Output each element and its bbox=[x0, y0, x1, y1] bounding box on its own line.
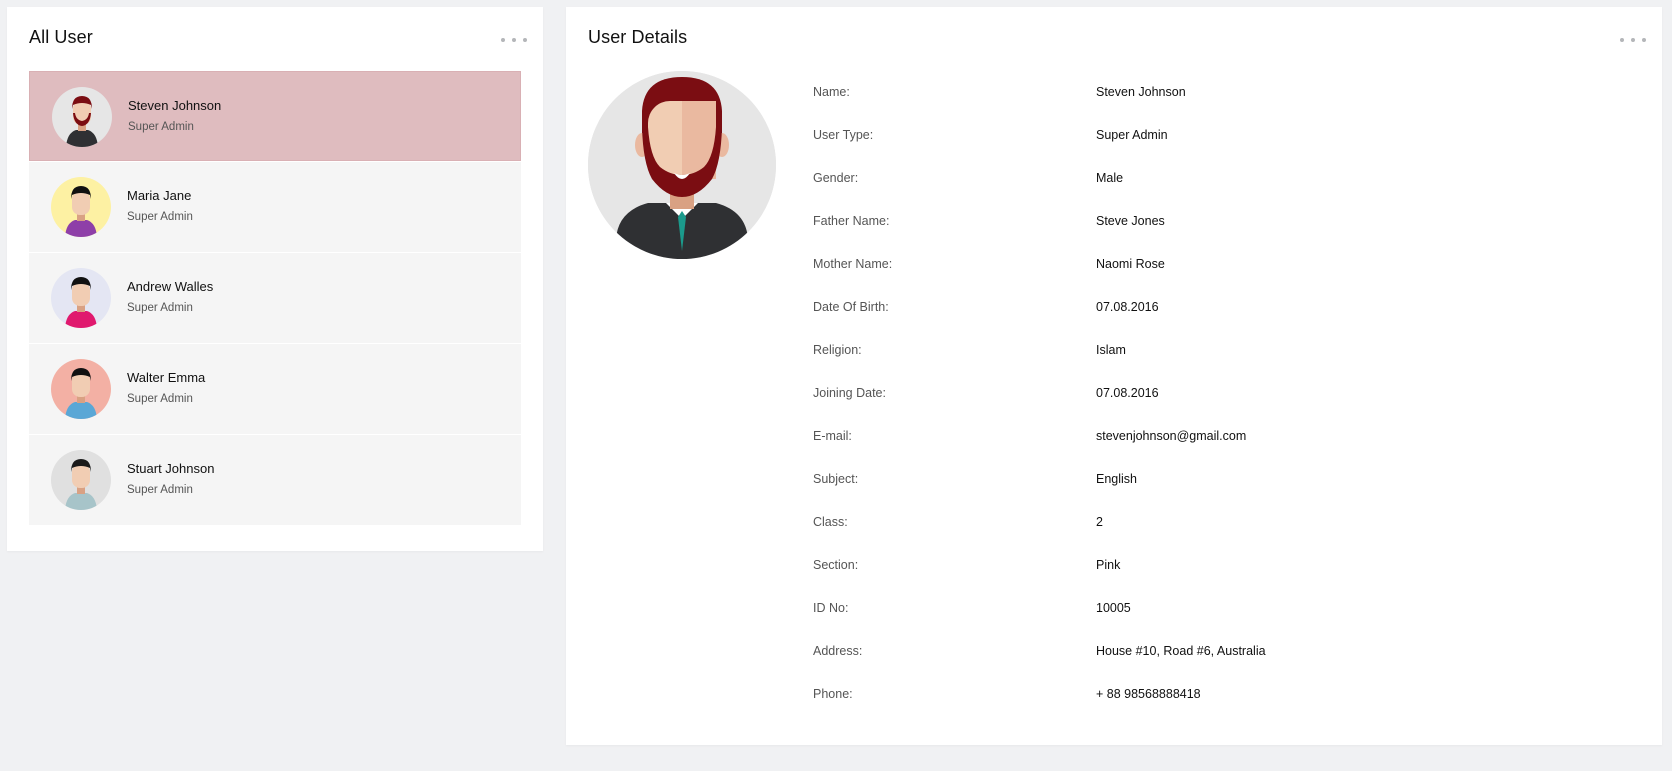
detail-value: 07.08.2016 bbox=[1096, 300, 1159, 314]
detail-value: stevenjohnson@gmail.com bbox=[1096, 429, 1247, 443]
detail-row-subject: Subject: English bbox=[813, 464, 1633, 507]
detail-value: English bbox=[1096, 472, 1137, 486]
user-role: Super Admin bbox=[128, 121, 194, 133]
detail-row-user-type: User Type: Super Admin bbox=[813, 120, 1633, 163]
all-user-panel: All User Steven Johnson Super Admin Mari… bbox=[7, 7, 543, 551]
user-avatar-icon bbox=[51, 177, 111, 237]
more-horizontal-icon[interactable] bbox=[501, 33, 527, 47]
user-avatar-icon bbox=[52, 87, 112, 147]
user-details-panel: User Details Name: Steven Johnson User T… bbox=[566, 7, 1662, 745]
user-list-item[interactable]: Stuart Johnson Super Admin bbox=[29, 435, 521, 525]
user-name: Stuart Johnson bbox=[127, 461, 215, 476]
detail-value: Super Admin bbox=[1096, 128, 1168, 142]
user-list-item[interactable]: Walter Emma Super Admin bbox=[29, 344, 521, 434]
user-list: Steven Johnson Super Admin Maria Jane Su… bbox=[29, 71, 521, 526]
detail-label: Section: bbox=[813, 558, 859, 572]
user-avatar-icon bbox=[51, 268, 111, 328]
detail-label: User Type: bbox=[813, 128, 874, 142]
user-list-item[interactable]: Andrew Walles Super Admin bbox=[29, 253, 521, 343]
detail-value: Steve Jones bbox=[1096, 214, 1165, 228]
detail-row-phone: Phone: + 88 98568888418 bbox=[813, 679, 1633, 722]
detail-value: 10005 bbox=[1096, 601, 1131, 615]
all-user-title: All User bbox=[29, 27, 93, 47]
user-name: Maria Jane bbox=[127, 188, 192, 203]
detail-label: ID No: bbox=[813, 601, 849, 615]
detail-row-gender: Gender: Male bbox=[813, 163, 1633, 206]
user-details-list: Name: Steven Johnson User Type: Super Ad… bbox=[813, 77, 1633, 722]
more-horizontal-icon[interactable] bbox=[1620, 33, 1646, 47]
user-role: Super Admin bbox=[127, 484, 193, 496]
user-name: Walter Emma bbox=[127, 370, 206, 385]
detail-label: Gender: bbox=[813, 171, 859, 185]
detail-value: Male bbox=[1096, 171, 1124, 185]
detail-value: + 88 98568888418 bbox=[1096, 687, 1201, 701]
detail-label: Address: bbox=[813, 644, 863, 658]
detail-row-address: Address: House #10, Road #6, Australia bbox=[813, 636, 1633, 679]
detail-label: Subject: bbox=[813, 472, 859, 486]
detail-label: Religion: bbox=[813, 343, 862, 357]
user-name: Andrew Walles bbox=[127, 279, 214, 294]
detail-row-joining-date: Joining Date: 07.08.2016 bbox=[813, 378, 1633, 421]
detail-row-id-no: ID No: 10005 bbox=[813, 593, 1633, 636]
user-avatar-icon bbox=[51, 359, 111, 419]
detail-row-email: E-mail: stevenjohnson@gmail.com bbox=[813, 421, 1633, 464]
detail-label: Mother Name: bbox=[813, 257, 893, 271]
detail-row-father-name: Father Name: Steve Jones bbox=[813, 206, 1633, 249]
detail-row-religion: Religion: Islam bbox=[813, 335, 1633, 378]
detail-label: Joining Date: bbox=[813, 386, 886, 400]
user-role: Super Admin bbox=[127, 211, 193, 223]
profile-avatar-icon bbox=[588, 71, 776, 259]
detail-label: Father Name: bbox=[813, 214, 890, 228]
detail-value: Islam bbox=[1096, 343, 1126, 357]
detail-value: 2 bbox=[1096, 515, 1103, 529]
detail-label: Date Of Birth: bbox=[813, 300, 889, 314]
detail-value: House #10, Road #6, Australia bbox=[1096, 644, 1266, 658]
detail-row-mother-name: Mother Name: Naomi Rose bbox=[813, 249, 1633, 292]
detail-label: E-mail: bbox=[813, 429, 852, 443]
user-name: Steven Johnson bbox=[128, 98, 222, 113]
user-list-item[interactable]: Steven Johnson Super Admin bbox=[29, 71, 521, 161]
detail-value: 07.08.2016 bbox=[1096, 386, 1159, 400]
detail-row-date-of-birth: Date Of Birth: 07.08.2016 bbox=[813, 292, 1633, 335]
detail-row-name: Name: Steven Johnson bbox=[813, 77, 1633, 120]
detail-row-section: Section: Pink bbox=[813, 550, 1633, 593]
user-details-title: User Details bbox=[588, 27, 688, 47]
user-list-item[interactable]: Maria Jane Super Admin bbox=[29, 162, 521, 252]
detail-value: Naomi Rose bbox=[1096, 257, 1165, 271]
user-role: Super Admin bbox=[127, 393, 193, 405]
detail-value: Pink bbox=[1096, 558, 1121, 572]
user-role: Super Admin bbox=[127, 302, 193, 314]
detail-row-class: Class: 2 bbox=[813, 507, 1633, 550]
detail-label: Name: bbox=[813, 85, 850, 99]
detail-label: Phone: bbox=[813, 687, 853, 701]
detail-value: Steven Johnson bbox=[1096, 85, 1186, 99]
detail-label: Class: bbox=[813, 515, 848, 529]
user-avatar-icon bbox=[51, 450, 111, 510]
